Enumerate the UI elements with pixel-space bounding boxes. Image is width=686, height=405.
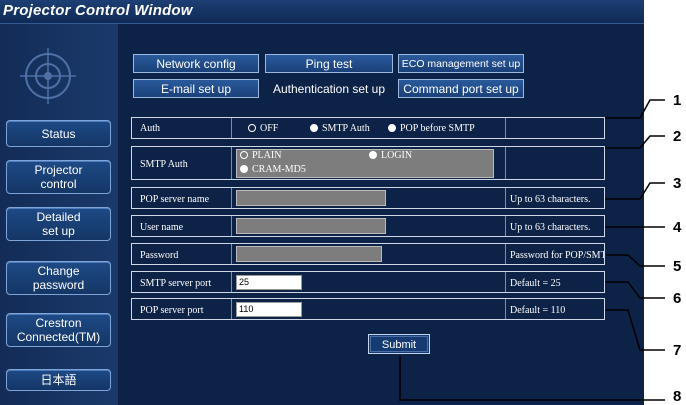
radio-label: CRAM-MD5: [252, 164, 306, 175]
password-label: Password: [140, 250, 179, 261]
divider: [231, 147, 232, 179]
radio-selected-icon: [240, 150, 248, 159]
sidebar-item-change-password[interactable]: Change password: [6, 261, 111, 295]
sidebar-item-japanese[interactable]: 日本語: [6, 369, 111, 391]
callout-number-8: 8: [673, 388, 682, 405]
password-input[interactable]: [236, 246, 382, 262]
divider: [231, 244, 232, 264]
tab-network-config[interactable]: Network config: [133, 54, 259, 73]
sidebar-item-label: Projector control: [34, 163, 83, 191]
radio-label: LOGIN: [381, 150, 413, 161]
user-name-input[interactable]: [236, 218, 386, 234]
sidebar-item-label: Status: [41, 126, 76, 141]
pop-server-name-row: POP server name Up to 63 characters.: [131, 187, 605, 209]
sidebar-item-status[interactable]: Status: [6, 120, 111, 147]
tab-ping-test[interactable]: Ping test: [265, 54, 393, 73]
smtp-auth-label: SMTP Auth: [140, 159, 188, 170]
divider: [505, 118, 506, 138]
projector-control-window: Projector Control Window Status Projecto…: [0, 0, 644, 405]
divider: [505, 188, 506, 208]
user-name-label: User name: [140, 222, 184, 233]
callout-number-2: 2: [673, 128, 682, 145]
callout-number-4: 4: [673, 219, 682, 236]
tab-eco-management[interactable]: ECO management set up: [398, 54, 524, 73]
callout-number-3: 3: [673, 175, 682, 192]
sidebar-item-crestron-connected[interactable]: Crestron Connected(TM): [6, 313, 111, 347]
pop-server-port-label: POP server port: [140, 305, 204, 316]
sidebar-item-detailed-set-up[interactable]: Detailed set up: [6, 207, 111, 241]
sidebar-item-label: 日本語: [40, 373, 77, 387]
tab-command-port-setup[interactable]: Command port set up: [398, 79, 524, 98]
title-bar: Projector Control Window: [0, 0, 644, 24]
radio-label: PLAIN: [252, 150, 282, 161]
radio-label: POP before SMTP: [400, 123, 475, 134]
auth-radio-smtp-auth[interactable]: SMTP Auth: [310, 123, 370, 134]
radio-icon: [240, 164, 248, 173]
radio-selected-icon: [248, 123, 256, 132]
tab-email-setup[interactable]: E-mail set up: [133, 79, 259, 98]
smtp-auth-row: SMTP Auth PLAIN LOGIN CRAM-MD5: [131, 146, 605, 180]
divider: [505, 244, 506, 264]
sidebar: Status Projector control Detailed set up…: [0, 24, 118, 405]
password-row: Password Password for POP/SMTP server: [131, 243, 605, 265]
divider: [231, 216, 232, 236]
user-name-row: User name Up to 63 characters.: [131, 215, 605, 237]
divider: [505, 147, 506, 179]
smtp-server-port-row: SMTP server port 25 Default = 25: [131, 271, 605, 293]
radio-icon: [310, 123, 318, 132]
pop-server-name-note: Up to 63 characters.: [510, 194, 591, 205]
smtp-server-port-label: SMTP server port: [140, 278, 212, 289]
user-name-note: Up to 63 characters.: [510, 222, 591, 233]
divider: [231, 188, 232, 208]
divider: [505, 299, 506, 319]
password-note: Password for POP/SMTP server: [510, 250, 604, 261]
sidebar-item-projector-control[interactable]: Projector control: [6, 160, 111, 194]
pop-server-port-note: Default = 110: [510, 305, 566, 316]
smtp-server-port-note: Default = 25: [510, 278, 561, 289]
callout-number-6: 6: [673, 290, 682, 307]
smtp-server-port-input[interactable]: 25: [236, 275, 302, 290]
pop-server-name-label: POP server name: [140, 194, 210, 205]
radio-label: OFF: [260, 123, 279, 134]
sidebar-item-label: Crestron Connected(TM): [16, 316, 101, 344]
auth-label: Auth: [140, 123, 160, 134]
pop-server-name-input[interactable]: [236, 190, 386, 206]
callout-number-7: 7: [673, 342, 682, 359]
main-panel: Network config Ping test ECO management …: [118, 24, 644, 405]
callout-number-5: 5: [673, 258, 682, 275]
divider: [231, 299, 232, 319]
pop-server-port-row: POP server port 110 Default = 110: [131, 298, 605, 320]
auth-row: Auth OFF SMTP Auth POP before SMTP: [131, 117, 605, 139]
callout-number-1: 1: [673, 92, 682, 109]
smtp-radio-login[interactable]: LOGIN: [369, 150, 412, 161]
smtp-radio-plain[interactable]: PLAIN: [240, 150, 281, 161]
divider: [505, 272, 506, 292]
window-title: Projector Control Window: [3, 2, 193, 19]
tab-authentication-setup[interactable]: Authentication set up: [265, 79, 393, 98]
pop-server-port-input[interactable]: 110: [236, 302, 302, 317]
sidebar-item-label: Change password: [32, 264, 85, 292]
smtp-radio-cram-md5[interactable]: CRAM-MD5: [240, 164, 306, 175]
divider: [231, 118, 232, 138]
divider: [231, 272, 232, 292]
sidebar-item-label: Detailed set up: [36, 210, 81, 238]
submit-button[interactable]: Submit: [368, 334, 430, 354]
auth-radio-pop-before-smtp[interactable]: POP before SMTP: [388, 123, 475, 134]
auth-radio-off[interactable]: OFF: [248, 123, 278, 134]
network-globe-icon: [20, 48, 76, 104]
radio-icon: [369, 150, 377, 159]
radio-icon: [388, 123, 396, 132]
radio-label: SMTP Auth: [322, 123, 370, 134]
divider: [505, 216, 506, 236]
